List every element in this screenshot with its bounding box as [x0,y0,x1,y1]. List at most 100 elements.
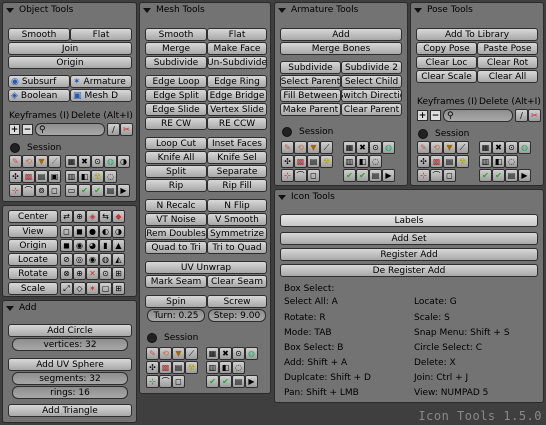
switch-direction-button[interactable]: Switch Directio [341,89,402,102]
select-child-button[interactable]: Select Child [341,75,402,88]
light-icon[interactable]: ◌ [104,170,117,183]
mesh-globe-icon[interactable]: ◍ [245,347,258,360]
arm-cursor-icon[interactable]: ⊙ [369,141,382,154]
meshd-button[interactable]: ▣ Mesh D [70,89,132,102]
locate-icon-5[interactable]: ◭ [112,253,125,266]
pose-delete-icon[interactable]: ✖ [492,141,505,154]
turn-field[interactable]: Turn: 0.25 [147,309,205,322]
transform-icon-1[interactable]: ⇄ [60,210,73,223]
icon-tools-header[interactable]: Icon Tools [275,190,543,204]
add-triangle-button[interactable]: Add Triangle [8,404,132,417]
radiation-icon[interactable]: ☢ [91,170,104,183]
cube-icon[interactable]: ▣ [48,170,61,183]
pose-add-keyframe-icon[interactable]: + [417,110,428,121]
rotate-icon-3[interactable]: ✕ [86,267,99,280]
mesh-curve-icon[interactable]: ⟲ [159,347,172,360]
re-ccw-button[interactable]: RE CCW [207,117,267,130]
mesh-vertex-icon[interactable]: ▼ [172,347,185,360]
arm-play-icon[interactable]: ▶ [382,169,395,182]
origin-transform-button[interactable]: Origin [8,239,58,252]
rotate-button[interactable]: Rotate [8,267,58,280]
pose-texture-icon[interactable]: ▤ [443,155,456,168]
edge-slide-button[interactable]: Edge Slide [145,103,207,116]
center-button[interactable]: Center [8,210,58,223]
arm-film-icon[interactable]: ▥ [343,155,356,168]
check-all-icon[interactable]: ✔ [91,184,104,197]
mesh-image-icon[interactable]: ▤ [232,375,245,388]
mesh-delete-icon[interactable]: ✖ [219,347,232,360]
pose-image-icon[interactable]: ▤ [505,169,518,182]
mesh-play-icon[interactable]: ▶ [245,375,258,388]
separate-button[interactable]: Separate [207,165,267,178]
locate-icon-3[interactable]: ◉ [86,253,99,266]
vt-noise-button[interactable]: VT Noise [145,213,207,226]
pose-cursor-icon[interactable]: ⊙ [505,141,518,154]
arm-face-icon[interactable]: ▦ [343,141,356,154]
armature-button[interactable]: ✶ Armature [70,75,132,88]
pose-curve-tool-icon[interactable]: ⌒ [430,169,443,182]
rotate-icon-5[interactable]: ⊞ [112,267,125,280]
armature-session-toggle-icon[interactable] [282,127,292,137]
screw-button[interactable]: Screw [207,295,267,308]
arm-brush-icon[interactable]: ✎ [281,141,294,154]
rotate-icon-4[interactable]: ⊙ [99,267,112,280]
clear-scale-button[interactable]: Clear Scale [416,70,477,83]
delete-icon[interactable]: ✖ [78,155,91,168]
edge-ring-button[interactable]: Edge Ring [207,75,267,88]
n-flip-button[interactable]: N Flip [207,199,267,212]
mesh-check-icon[interactable]: ✔ [206,375,219,388]
mesh-cursor-icon[interactable]: ⊙ [232,347,245,360]
pose-check-all-icon[interactable]: ✔ [492,169,505,182]
arm-edge-icon[interactable]: ⟋ [320,141,333,154]
insert-keyframe-icon[interactable]: ∕ [107,123,120,136]
node-icon[interactable]: ▭ [65,184,78,197]
rings-field[interactable]: rings: 16 [12,386,128,399]
face-icon[interactable]: ▦ [65,155,78,168]
mesh-edge-icon[interactable]: ⟋ [185,347,198,360]
pose-axes-icon[interactable]: ⊹ [417,169,430,182]
symmetrize-button[interactable]: Symmetrize [207,227,267,240]
pose-radiation-icon[interactable]: ☢ [456,155,469,168]
smooth-button[interactable]: Smooth [8,28,70,41]
rip-fill-button[interactable]: Rip Fill [207,179,267,192]
pose-tools-header[interactable]: Pose Tools [411,3,543,17]
vertices-field[interactable]: vertices: 32 [12,338,128,351]
select-parent-button[interactable]: Select Parent [280,75,341,88]
arm-check-all-icon[interactable]: ✔ [356,169,369,182]
cursor-icon[interactable]: ⊙ [91,155,104,168]
arm-curve-icon[interactable]: ⟲ [294,141,307,154]
pose-grid-icon[interactable]: ✣ [417,155,430,168]
transform-icon-5[interactable]: ◆ [112,210,125,223]
collapse-triangle-icon[interactable] [6,7,14,13]
globe-icon[interactable]: ◍ [104,155,117,168]
fill-between-button[interactable]: Fill Between [280,89,341,102]
mesh-texture-icon[interactable]: ▤ [172,361,185,374]
pivot-icon[interactable]: ⊚ [35,184,48,197]
transform-icon-2[interactable]: ⊕ [73,210,86,223]
step-field[interactable]: Step: 9.00 [208,309,266,322]
vertex-icon[interactable]: ▼ [35,155,48,168]
scale-icon-5[interactable]: ⊞ [112,282,125,295]
pose-keying-set-field[interactable]: ⚲ [443,109,513,122]
pose-globe-icon[interactable]: ◍ [518,141,531,154]
boolean-button[interactable]: ◈ Boolean [8,89,70,102]
flat-button[interactable]: Flat [70,28,132,41]
armature-subdivide-button[interactable]: Subdivide [280,61,341,74]
pose-render-icon[interactable]: ◧ [492,155,505,168]
pose-checker-icon[interactable]: ▩ [430,155,443,168]
clear-seam-button[interactable]: Clear Seam [207,275,267,288]
arm-box-icon[interactable]: ◻ [307,169,320,182]
pose-check-icon[interactable]: ✔ [479,169,492,182]
pose-box-icon[interactable]: ◻ [443,169,456,182]
labels-button[interactable]: Labels [280,214,538,227]
view-icon-3[interactable]: ● [86,225,99,238]
arm-globe-icon[interactable]: ◍ [382,141,395,154]
view-icon-4[interactable]: ◐ [99,225,112,238]
pose-light-icon[interactable]: ◌ [505,155,518,168]
film-icon[interactable]: ▥ [65,170,78,183]
join-button[interactable]: Join [8,42,132,55]
arm-checker-icon[interactable]: ▩ [294,155,307,168]
subsurf-button[interactable]: ◉ Subsurf [8,75,70,88]
arm-render-icon[interactable]: ◧ [356,155,369,168]
texture-icon[interactable]: ▤ [35,170,48,183]
